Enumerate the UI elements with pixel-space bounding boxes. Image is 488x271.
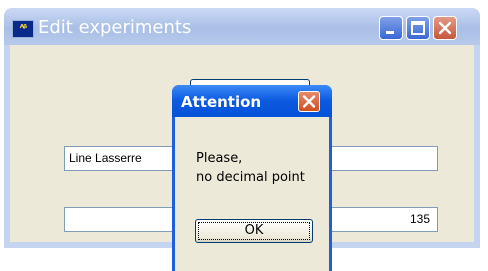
dialog-message-line-1: Please, [196, 151, 243, 166]
dialog-client: Please, no decimal point OK [175, 117, 329, 271]
close-button[interactable] [433, 16, 457, 40]
dialog-message-line-2: no decimal point [196, 170, 305, 185]
attention-dialog: Attention Please, no decimal point OK [172, 85, 332, 271]
main-window-title: Edit experiments [38, 17, 192, 38]
app-icon[interactable]: ᴬᵝ [12, 20, 34, 38]
maximize-icon [411, 21, 425, 35]
maximize-button[interactable] [406, 16, 430, 40]
minimize-icon [386, 31, 394, 34]
main-title-bar[interactable]: ᴬᵝ Edit experiments [4, 8, 480, 45]
minimize-button[interactable] [379, 16, 403, 40]
dialog-title: Attention [181, 93, 262, 111]
close-icon [438, 21, 452, 35]
dialog-title-bar[interactable]: Attention [172, 85, 332, 117]
close-icon [302, 95, 316, 108]
dialog-close-button[interactable] [298, 91, 320, 112]
ok-button[interactable]: OK [195, 219, 313, 243]
